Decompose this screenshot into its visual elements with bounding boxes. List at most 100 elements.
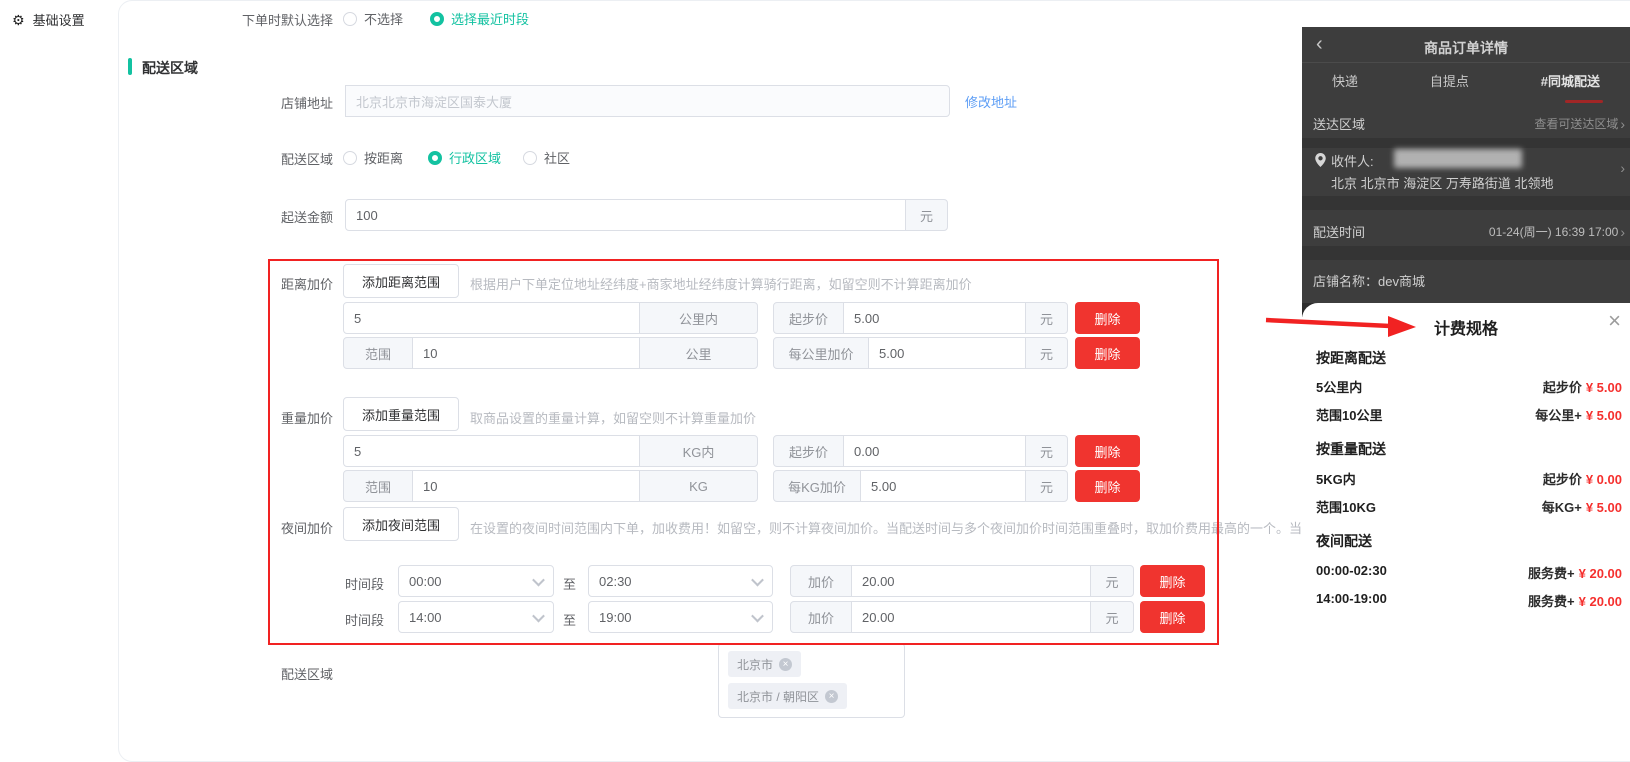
pricing-row-value: 每KG+¥ 5.00 bbox=[1542, 497, 1622, 516]
night-row1-to-select[interactable]: 02:30 bbox=[588, 565, 773, 597]
pricing-row-value: 起步价¥ 0.00 bbox=[1543, 469, 1622, 488]
store-address-input[interactable] bbox=[345, 85, 950, 117]
pricing-row-value: 起步价¥ 5.00 bbox=[1543, 377, 1622, 396]
radio-recent-period[interactable]: 选择最近时段 bbox=[430, 9, 529, 28]
pricing-row: 范围10KG 每KG+¥ 5.00 bbox=[1316, 497, 1622, 516]
store-name: 店铺名称：dev商城 bbox=[1313, 271, 1425, 290]
tag-close-icon[interactable]: × bbox=[779, 658, 792, 671]
weight-row2-value-input[interactable] bbox=[412, 470, 640, 502]
fee-amount: ¥ 20.00 bbox=[1579, 566, 1622, 581]
weight-row1-range-group: KG内 bbox=[343, 435, 758, 467]
fee-label: 每公里+ bbox=[1535, 408, 1582, 423]
pricing-row-label: 5KG内 bbox=[1316, 469, 1356, 488]
weight-row2-delete-button[interactable]: 删除 bbox=[1075, 470, 1140, 502]
tag-close-icon[interactable]: × bbox=[825, 690, 838, 703]
select-value: 19:00 bbox=[599, 610, 632, 625]
area-type-label: 配送区域 bbox=[193, 149, 333, 168]
weight-row1-fee-input[interactable] bbox=[843, 435, 1026, 467]
chevron-down-icon bbox=[751, 573, 764, 586]
weight-row2-prefix: 范围 bbox=[343, 470, 413, 502]
distance-row1-fee-label: 起步价 bbox=[773, 302, 844, 334]
radio-circle-icon bbox=[343, 12, 357, 26]
pricing-section-heading: 按重量配送 bbox=[1316, 439, 1386, 459]
tab-express[interactable]: 快递 bbox=[1332, 71, 1358, 90]
region-tag-label: 北京市 / 朝阳区 bbox=[737, 688, 819, 705]
recipient-chevron[interactable]: › bbox=[1620, 160, 1625, 176]
pricing-row-label: 5公里内 bbox=[1316, 377, 1362, 396]
recipient-label: 收件人: bbox=[1331, 151, 1374, 170]
weight-row1-value-input[interactable] bbox=[343, 435, 640, 467]
radio-label: 按距离 bbox=[364, 148, 403, 167]
add-weight-range-button[interactable]: 添加重量范围 bbox=[343, 397, 459, 431]
add-night-range-button[interactable]: 添加夜间范围 bbox=[343, 507, 459, 541]
weight-row2-unit: KG bbox=[639, 470, 758, 502]
sidebar: ⚙ 基础设置 bbox=[0, 0, 118, 704]
radio-circle-icon bbox=[343, 151, 357, 165]
weight-row1-delete-button[interactable]: 删除 bbox=[1075, 435, 1140, 467]
weight-row2-fee-group: 每KG加价 元 bbox=[773, 470, 1068, 502]
fee-label: 服务费+ bbox=[1528, 566, 1575, 581]
region-tag[interactable]: 北京市 × bbox=[728, 651, 801, 677]
radio-admin-region[interactable]: 行政区域 bbox=[428, 148, 501, 167]
distance-row1-range-group: 公里内 bbox=[343, 302, 758, 334]
distance-row2-fee-input[interactable] bbox=[868, 337, 1026, 369]
phone-tabs: 快递 自提点 #同城配送 bbox=[1302, 71, 1630, 90]
delivery-area-label: 送达区域 bbox=[1313, 114, 1365, 133]
region-tag[interactable]: 北京市 / 朝阳区 × bbox=[728, 683, 847, 709]
phone-page-title: 商品订单详情 bbox=[1302, 38, 1630, 58]
tab-pickup[interactable]: 自提点 bbox=[1430, 71, 1469, 90]
weight-row2-fee-input[interactable] bbox=[860, 470, 1026, 502]
weight-row1-unit: KG内 bbox=[639, 435, 758, 467]
default-select-label: 下单时默认选择 bbox=[193, 10, 333, 29]
delivery-time-value[interactable]: 01-24(周一) 16:39 17:00 › bbox=[1489, 223, 1625, 240]
night-row2-fee-group: 加价 元 bbox=[790, 601, 1134, 633]
pricing-row: 14:00-19:00 服务费+¥ 20.00 bbox=[1316, 591, 1622, 610]
night-row1-delete-button[interactable]: 删除 bbox=[1140, 565, 1205, 597]
night-row2-delete-button[interactable]: 删除 bbox=[1140, 601, 1205, 633]
distance-row2-unit: 公里 bbox=[639, 337, 758, 369]
pricing-sheet-title: 计费规格 bbox=[1302, 315, 1630, 339]
min-order-unit: 元 bbox=[905, 199, 948, 231]
radio-circle-icon bbox=[430, 12, 444, 26]
distance-row1-fee-input[interactable] bbox=[843, 302, 1026, 334]
add-distance-range-button[interactable]: 添加距离范围 bbox=[343, 264, 459, 298]
sidebar-item-basic-settings[interactable]: ⚙ 基础设置 bbox=[0, 0, 118, 29]
min-order-input[interactable] bbox=[345, 199, 906, 231]
night-row2-to-select[interactable]: 19:00 bbox=[588, 601, 773, 633]
radio-label: 不选择 bbox=[364, 9, 403, 28]
distance-row2-delete-button[interactable]: 删除 bbox=[1075, 337, 1140, 369]
radio-community[interactable]: 社区 bbox=[523, 148, 570, 167]
distance-row1-value-input[interactable] bbox=[343, 302, 640, 334]
chevron-right-icon: › bbox=[1620, 160, 1625, 176]
radio-label: 选择最近时段 bbox=[451, 9, 529, 28]
night-row2-fee-label: 加价 bbox=[790, 601, 852, 633]
night-row2-from-select[interactable]: 14:00 bbox=[398, 601, 554, 633]
gear-icon: ⚙ bbox=[12, 13, 25, 27]
distance-row1-unit: 公里内 bbox=[639, 302, 758, 334]
distance-row1-delete-button[interactable]: 删除 bbox=[1075, 302, 1140, 334]
time-text: 01-24(周一) 16:39 17:00 bbox=[1489, 223, 1618, 240]
distance-row2-value-input[interactable] bbox=[412, 337, 640, 369]
night-row1-fee-unit: 元 bbox=[1090, 565, 1134, 597]
night-row2-fee-input[interactable] bbox=[851, 601, 1091, 633]
tab-city-delivery[interactable]: #同城配送 bbox=[1541, 71, 1600, 90]
night-row1-from-select[interactable]: 00:00 bbox=[398, 565, 554, 597]
close-icon[interactable]: × bbox=[1608, 310, 1621, 332]
view-deliverable-area-link[interactable]: 查看可送达区域 › bbox=[1534, 115, 1625, 132]
radio-no-select[interactable]: 不选择 bbox=[343, 9, 403, 28]
pricing-row: 5公里内 起步价¥ 5.00 bbox=[1316, 377, 1622, 396]
radio-label: 行政区域 bbox=[449, 148, 501, 167]
distance-row2-fee-group: 每公里加价 元 bbox=[773, 337, 1068, 369]
section-gap bbox=[1302, 196, 1630, 210]
redacted-recipient-name bbox=[1394, 149, 1522, 168]
delivery-region-label: 配送区域 bbox=[193, 664, 333, 683]
radio-by-distance[interactable]: 按距离 bbox=[343, 148, 403, 167]
location-pin-icon bbox=[1315, 153, 1326, 167]
chevron-down-icon bbox=[751, 609, 764, 622]
store-address-group bbox=[345, 85, 950, 117]
weight-row2-range-group: 范围 KG bbox=[343, 470, 758, 502]
night-row1-fee-input[interactable] bbox=[851, 565, 1091, 597]
section-accent-bar bbox=[128, 58, 132, 75]
change-address-link[interactable]: 修改地址 bbox=[965, 92, 1017, 111]
delivery-region-tagbox[interactable]: 北京市 × 北京市 / 朝阳区 × bbox=[718, 643, 905, 718]
